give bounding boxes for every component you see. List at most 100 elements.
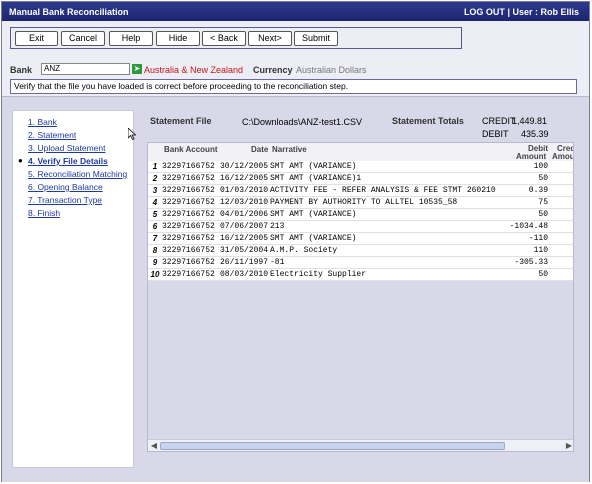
cell-narrative: SMT AMT (VARIANCE)1 [270, 174, 362, 183]
cell-account: 32297166752 [162, 258, 215, 267]
user-label: | User : Rob Ellis [507, 7, 579, 17]
row-number: 5 [152, 210, 158, 219]
grid-header: Bank Account Date Narrative Debit Amount… [148, 143, 573, 161]
exit-button[interactable]: Exit [15, 31, 58, 46]
cell-date: 08/03/2010 [220, 270, 269, 279]
grid-body: 1 32297166752 30/12/2005 SMT AMT (VARIAN… [148, 161, 573, 281]
header-date[interactable]: Date [251, 145, 268, 154]
table-row[interactable]: 6 32297166752 07/06/2007 213 -1034.48 [148, 221, 573, 233]
help-button[interactable]: Help [109, 31, 153, 46]
row-number: 4 [152, 198, 158, 207]
row-number: 10 [150, 270, 160, 279]
cancel-button[interactable]: Cancel [61, 31, 105, 46]
cell-account: 32297166752 [162, 186, 215, 195]
hide-button[interactable]: Hide [156, 31, 200, 46]
cell-account: 32297166752 [162, 222, 215, 231]
step-upload-statement[interactable]: 3. Upload Statement [28, 143, 106, 153]
cell-account: 32297166752 [162, 162, 215, 171]
cell-debit: 110 [498, 245, 548, 256]
cell-narrative: ACTIVITY FEE - REFER ANALYSIS & FEE STMT… [270, 186, 496, 195]
header-credit-line2[interactable]: Amou [552, 152, 573, 161]
cell-account: 32297166752 [162, 210, 215, 219]
step-bank[interactable]: 1. Bank [28, 117, 57, 127]
step-opening-balance[interactable]: 6. Opening Balance [28, 182, 103, 192]
row-number: 9 [152, 258, 158, 267]
cell-date: 30/12/2005 [220, 162, 269, 171]
bank-region: Australia & New Zealand [144, 65, 244, 75]
statement-file-path: C:\Downloads\ANZ-test1.CSV [242, 117, 363, 127]
cell-account: 32297166752 [162, 270, 215, 279]
submit-button[interactable]: Submit [294, 31, 338, 46]
scroll-right-icon[interactable]: ▶ [564, 441, 573, 451]
cell-narrative: PAYMENT BY AUTHORITY TO ALLTEL 10535_58 [270, 198, 458, 207]
top-panel: Exit Cancel Help Hide < Back Next> Submi… [2, 21, 589, 97]
cell-narrative: Electricity Supplier [270, 270, 367, 279]
table-row[interactable]: 2 32297166752 16/12/2005 SMT AMT (VARIAN… [148, 173, 573, 185]
row-number: 7 [152, 234, 158, 243]
row-number: 3 [152, 186, 158, 195]
info-message: Verify that the file you have loaded is … [10, 79, 577, 94]
cell-narrative: -81 [270, 258, 285, 267]
logout-link[interactable]: LOG OUT [464, 7, 505, 17]
row-number: 1 [152, 162, 158, 171]
cell-account: 32297166752 [162, 174, 215, 183]
cell-date: 07/06/2007 [220, 222, 269, 231]
back-button[interactable]: < Back [202, 31, 246, 46]
table-row[interactable]: 7 32297166752 16/12/2005 SMT AMT (VARIAN… [148, 233, 573, 245]
currency-value: Australian Dollars [296, 65, 367, 75]
table-row[interactable]: 9 32297166752 26/11/1997 -81 -305.33 [148, 257, 573, 269]
arrow-right-icon[interactable]: ➤ [132, 64, 142, 74]
header-debit-line2[interactable]: Amount [516, 152, 546, 161]
cell-narrative: SMT AMT (VARIANCE) [270, 210, 357, 219]
cell-narrative: SMT AMT (VARIANCE) [270, 162, 357, 171]
credit-value: 1,449.81 [512, 116, 548, 126]
step-statement[interactable]: 2. Statement [28, 130, 76, 140]
table-row[interactable]: 3 32297166752 01/03/2010 ACTIVITY FEE - … [148, 185, 573, 197]
cell-date: 01/03/2010 [220, 186, 269, 195]
table-row[interactable]: 1 32297166752 30/12/2005 SMT AMT (VARIAN… [148, 161, 573, 173]
main-panel: 1. Bank 2. Statement 3. Upload Statement… [2, 98, 589, 482]
cell-date: 12/03/2010 [220, 198, 269, 207]
scroll-left-icon[interactable]: ◀ [149, 441, 159, 451]
app-window: Manual Bank Reconciliation LOG OUT | Use… [1, 1, 590, 482]
table-row[interactable]: 4 32297166752 12/03/2010 PAYMENT BY AUTH… [148, 197, 573, 209]
cell-date: 31/05/2004 [220, 246, 269, 255]
cell-debit: 0.39 [498, 185, 548, 196]
credit-label: CREDIT [482, 116, 516, 126]
currency-label: Currency [253, 65, 293, 75]
title-bar: Manual Bank Reconciliation LOG OUT | Use… [2, 2, 589, 21]
cell-debit: 100 [498, 161, 548, 172]
step-verify-file-details[interactable]: 4. Verify File Details [28, 156, 108, 166]
debit-value: 435.39 [521, 129, 549, 139]
cell-date: 26/11/1997 [220, 258, 269, 267]
grid-empty-area [148, 281, 573, 439]
row-number: 2 [152, 174, 158, 183]
cell-date: 16/12/2005 [220, 174, 269, 183]
cell-date: 16/12/2005 [220, 234, 269, 243]
cell-debit: -305.33 [498, 257, 548, 268]
cell-debit: 50 [498, 209, 548, 220]
table-row[interactable]: 8 32297166752 31/05/2004 A.M.P. Society … [148, 245, 573, 257]
header-narrative[interactable]: Narrative [272, 145, 307, 154]
step-reconciliation-matching[interactable]: 5. Reconciliation Matching [28, 169, 127, 179]
table-row[interactable]: 10 32297166752 08/03/2010 Electricity Su… [148, 269, 573, 281]
debit-label: DEBIT [482, 129, 509, 139]
scrollbar-thumb[interactable] [160, 442, 505, 450]
table-row[interactable]: 5 32297166752 04/01/2006 SMT AMT (VARIAN… [148, 209, 573, 221]
wizard-steps: 1. Bank 2. Statement 3. Upload Statement… [12, 110, 134, 468]
cell-narrative: 213 [270, 222, 285, 231]
cell-debit: 75 [498, 197, 548, 208]
next-button[interactable]: Next> [248, 31, 292, 46]
window-title: Manual Bank Reconciliation [9, 7, 129, 17]
statement-totals-label: Statement Totals [392, 116, 464, 126]
cell-debit: -1034.48 [498, 221, 548, 232]
bank-label: Bank [10, 65, 33, 75]
bank-select[interactable]: ANZ [41, 63, 130, 75]
header-bank-account[interactable]: Bank Account [164, 145, 218, 154]
step-transaction-type[interactable]: 7. Transaction Type [28, 195, 102, 205]
horizontal-scrollbar[interactable]: ◀ ▶ [148, 439, 573, 451]
cell-narrative: A.M.P. Society [270, 246, 338, 255]
step-finish[interactable]: 8. Finish [28, 208, 60, 218]
bank-row: Bank ANZ ➤ Australia & New Zealand Curre… [10, 63, 580, 77]
cell-narrative: SMT AMT (VARIANCE) [270, 234, 357, 243]
